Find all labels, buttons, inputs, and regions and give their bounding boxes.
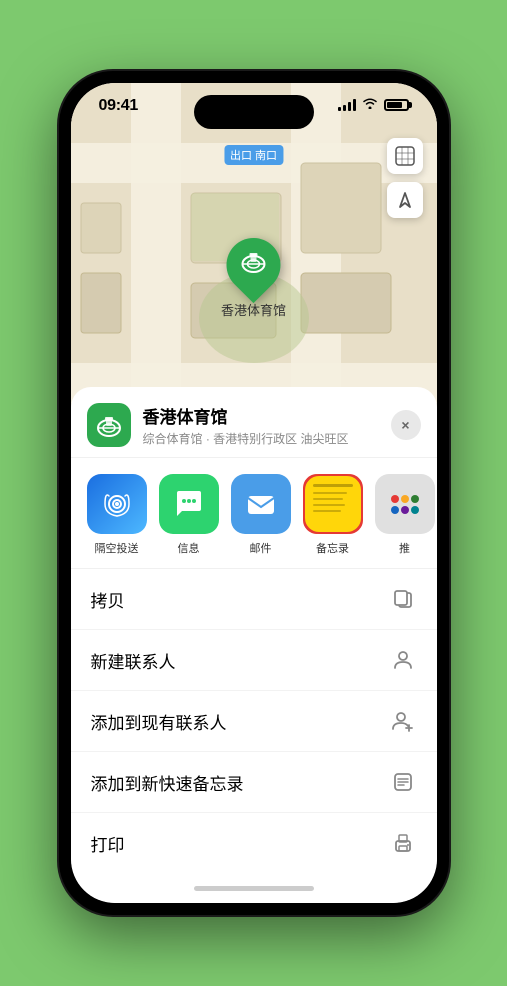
stadium-svg: [239, 248, 267, 276]
airdrop-label: 隔空投送: [95, 540, 139, 556]
dynamic-island: [194, 95, 314, 129]
venue-icon: [87, 403, 131, 447]
home-indicator: [194, 886, 314, 891]
map-controls: [387, 138, 423, 226]
share-more[interactable]: 推: [375, 474, 435, 556]
person-add-icon: [389, 707, 417, 735]
menu-add-contact-label: 添加到现有联系人: [91, 709, 227, 734]
message-icon: [159, 474, 219, 534]
airdrop-svg: [101, 488, 133, 520]
menu-item-quick-note[interactable]: 添加到新快速备忘录: [71, 752, 437, 813]
menu-item-print[interactable]: 打印: [71, 813, 437, 873]
phone-screen: 09:41: [71, 83, 437, 903]
home-indicator-area: [71, 873, 437, 903]
close-button[interactable]: ×: [391, 410, 421, 440]
menu-print-label: 打印: [91, 831, 125, 856]
phone-frame: 09:41: [59, 71, 449, 915]
bottom-sheet: 香港体育馆 综合体育馆 · 香港特别行政区 油尖旺区 ×: [71, 387, 437, 903]
marker-pin: [215, 227, 291, 303]
message-svg: [172, 487, 206, 521]
mail-svg: [244, 487, 278, 521]
menu-item-copy[interactable]: 拷贝: [71, 569, 437, 630]
share-row: 隔空投送 信息: [71, 458, 437, 569]
stadium-marker[interactable]: 香港体育馆: [221, 238, 286, 319]
share-notes[interactable]: 备忘录: [303, 474, 363, 556]
menu-copy-label: 拷贝: [91, 587, 125, 612]
airdrop-icon: [87, 474, 147, 534]
venue-info: 香港体育馆 综合体育馆 · 香港特别行政区 油尖旺区: [143, 403, 391, 447]
map-type-icon: [395, 146, 415, 166]
stadium-icon: [239, 248, 267, 282]
menu-list: 拷贝 新建联系人: [71, 569, 437, 873]
more-label: 推: [399, 540, 410, 556]
menu-item-add-contact[interactable]: 添加到现有联系人: [71, 691, 437, 752]
signal-icon: [338, 99, 356, 111]
notes-icon: [303, 474, 363, 534]
share-message[interactable]: 信息: [159, 474, 219, 556]
share-airdrop[interactable]: 隔空投送: [87, 474, 147, 556]
venue-icon-svg: [95, 411, 123, 439]
venue-subtitle: 综合体育馆 · 香港特别行政区 油尖旺区: [143, 430, 391, 447]
menu-item-new-contact[interactable]: 新建联系人: [71, 630, 437, 691]
map-label-text: 南口: [255, 150, 277, 162]
location-icon: [396, 191, 414, 209]
person-icon: [389, 646, 417, 674]
map-label: 出口 南口: [224, 145, 283, 165]
menu-quick-note-label: 添加到新快速备忘录: [91, 770, 244, 795]
message-label: 信息: [178, 540, 200, 556]
location-button[interactable]: [387, 182, 423, 218]
map-label-prefix: 出口: [230, 150, 252, 162]
note-icon: [389, 768, 417, 796]
mail-label: 邮件: [250, 540, 272, 556]
wifi-icon: [362, 97, 378, 112]
menu-new-contact-label: 新建联系人: [91, 648, 176, 673]
status-time: 09:41: [99, 97, 138, 115]
venue-name: 香港体育馆: [143, 403, 391, 428]
notes-label: 备忘录: [316, 540, 349, 556]
map-type-button[interactable]: [387, 138, 423, 174]
status-icons: [338, 97, 409, 112]
share-mail[interactable]: 邮件: [231, 474, 291, 556]
mail-icon: [231, 474, 291, 534]
print-icon: [389, 829, 417, 857]
battery-icon: [384, 99, 409, 111]
copy-icon: [389, 585, 417, 613]
sheet-header: 香港体育馆 综合体育馆 · 香港特别行政区 油尖旺区 ×: [71, 387, 437, 458]
more-icon: [375, 474, 435, 534]
